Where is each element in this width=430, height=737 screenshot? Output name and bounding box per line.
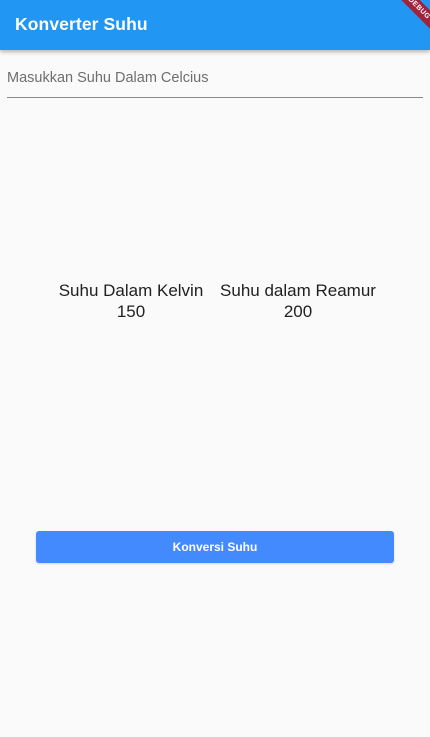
celsius-input-container [7, 58, 423, 100]
kelvin-result: Suhu Dalam Kelvin 150 [45, 280, 217, 322]
reamur-value: 200 [283, 302, 313, 321]
app-screen: Konverter Suhu DEBUG Suhu Dalam Kelvin 1… [0, 0, 430, 737]
convert-button[interactable]: Konversi Suhu [36, 531, 394, 563]
app-title: Konverter Suhu [15, 14, 148, 34]
celsius-input[interactable] [7, 58, 423, 98]
app-bar: Konverter Suhu [0, 0, 430, 50]
reamur-label: Suhu dalam Reamur [220, 281, 376, 300]
kelvin-value: 150 [116, 302, 146, 321]
kelvin-label: Suhu Dalam Kelvin [58, 281, 204, 300]
reamur-result: Suhu dalam Reamur 200 [212, 280, 384, 322]
